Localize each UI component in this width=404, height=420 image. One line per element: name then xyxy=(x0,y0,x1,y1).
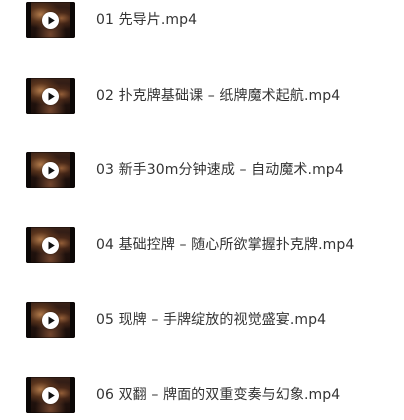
video-thumbnail xyxy=(26,227,75,263)
file-item-06[interactable]: 06 双翻 – 牌面的双重变奏与幻象.mp4 xyxy=(0,375,404,415)
video-thumbnail xyxy=(26,2,75,38)
file-item-05[interactable]: 05 现牌 – 手牌绽放的视觉盛宴.mp4 xyxy=(0,300,404,340)
video-thumbnail xyxy=(26,152,75,188)
file-item-02[interactable]: 02 扑克牌基础课 – 纸牌魔术起航.mp4 xyxy=(0,76,404,116)
file-name: 05 现牌 – 手牌绽放的视觉盛宴.mp4 xyxy=(96,312,327,328)
play-icon xyxy=(42,237,59,254)
play-icon xyxy=(42,312,59,329)
video-thumbnail xyxy=(26,302,75,338)
video-thumbnail xyxy=(26,78,75,114)
file-name: 02 扑克牌基础课 – 纸牌魔术起航.mp4 xyxy=(96,88,341,104)
file-item-04[interactable]: 04 基础控牌 – 随心所欲掌握扑克牌.mp4 xyxy=(0,225,404,265)
file-name: 06 双翻 – 牌面的双重变奏与幻象.mp4 xyxy=(96,387,341,403)
video-file-list: 01 先导片.mp4 02 扑克牌基础课 – 纸牌魔术起航.mp4 03 新手3… xyxy=(0,0,404,420)
file-name: 03 新手30m分钟速成 – 自动魔术.mp4 xyxy=(96,162,344,178)
play-icon xyxy=(42,162,59,179)
play-icon xyxy=(42,12,59,29)
play-icon xyxy=(42,88,59,105)
file-name: 01 先导片.mp4 xyxy=(96,12,198,28)
file-item-03[interactable]: 03 新手30m分钟速成 – 自动魔术.mp4 xyxy=(0,150,404,190)
video-thumbnail xyxy=(26,377,75,413)
file-item-01[interactable]: 01 先导片.mp4 xyxy=(0,0,404,40)
play-icon xyxy=(42,387,59,404)
file-name: 04 基础控牌 – 随心所欲掌握扑克牌.mp4 xyxy=(96,237,355,253)
